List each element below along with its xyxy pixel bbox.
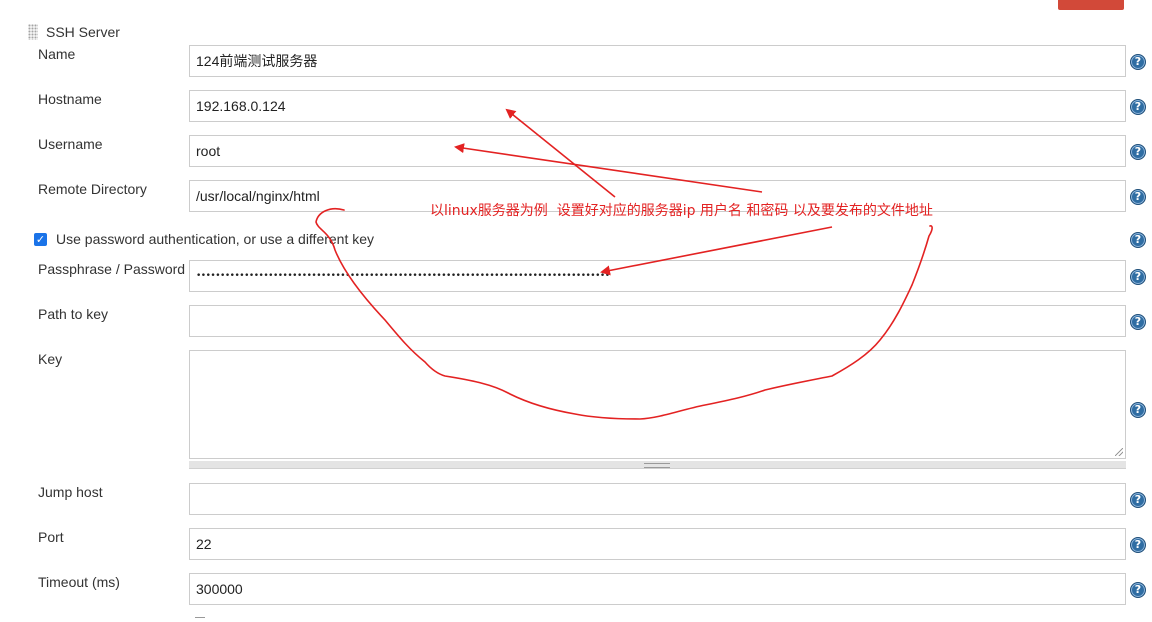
passphrase-input[interactable]: ••••••••••••••••••••••••••••••••••••••••… [189, 260, 1126, 292]
textarea-resize-bar[interactable] [189, 461, 1126, 469]
resize-grip-icon[interactable] [1115, 448, 1123, 456]
timeout-label: Timeout (ms) [38, 574, 120, 590]
annotation-text: 以linux服务器为例 设置好对应的服务器ip 用户名 和密码 以及要发布的文件… [430, 203, 933, 219]
key-textarea[interactable] [189, 350, 1126, 459]
username-input[interactable]: root [189, 135, 1126, 167]
key-label: Key [38, 351, 63, 367]
section-header: SSH Server [28, 22, 120, 42]
help-icon-username[interactable]: ? [1130, 144, 1146, 160]
section-title: SSH Server [46, 24, 120, 40]
help-icon-port[interactable]: ? [1130, 537, 1146, 553]
help-icon-name[interactable]: ? [1130, 54, 1146, 70]
path-to-key-input[interactable] [189, 305, 1126, 337]
port-label: Port [38, 529, 64, 545]
jump-host-label: Jump host [38, 484, 103, 500]
ssh-server-config-page: SSH Server Name 124前端测试服务器 ? Hostname 19… [0, 0, 1152, 622]
use-password-label[interactable]: Use password authentication, or use a di… [56, 231, 374, 247]
jump-host-input[interactable] [189, 483, 1126, 515]
hostname-input[interactable]: 192.168.0.124 [189, 90, 1126, 122]
username-label: Username [38, 136, 103, 152]
hostname-label: Hostname [38, 91, 102, 107]
use-password-checkbox[interactable]: ✓ [34, 232, 47, 246]
remote-directory-label: Remote Directory [38, 181, 147, 197]
grip-icon[interactable] [644, 463, 670, 468]
next-row-partial [195, 617, 205, 622]
path-to-key-label: Path to key [38, 306, 109, 322]
help-icon-passphrase[interactable]: ? [1130, 269, 1146, 285]
help-icon-jump-host[interactable]: ? [1130, 492, 1146, 508]
help-icon-key[interactable]: ? [1130, 402, 1146, 418]
help-icon-hostname[interactable]: ? [1130, 99, 1146, 115]
name-input[interactable]: 124前端测试服务器 [189, 45, 1126, 77]
timeout-input[interactable]: 300000 [189, 573, 1126, 605]
top-red-button-edge[interactable] [1058, 0, 1124, 10]
name-label: Name [38, 46, 76, 62]
help-icon-timeout[interactable]: ? [1130, 582, 1146, 598]
use-password-row: ✓ Use password authentication, or use a … [34, 231, 374, 247]
drag-handle-icon[interactable] [28, 24, 38, 40]
help-icon-path-to-key[interactable]: ? [1130, 314, 1146, 330]
port-input[interactable]: 22 [189, 528, 1126, 560]
passphrase-label: Passphrase / Password [38, 261, 186, 277]
help-icon-remote-directory[interactable]: ? [1130, 189, 1146, 205]
help-icon-use-password[interactable]: ? [1130, 232, 1146, 248]
